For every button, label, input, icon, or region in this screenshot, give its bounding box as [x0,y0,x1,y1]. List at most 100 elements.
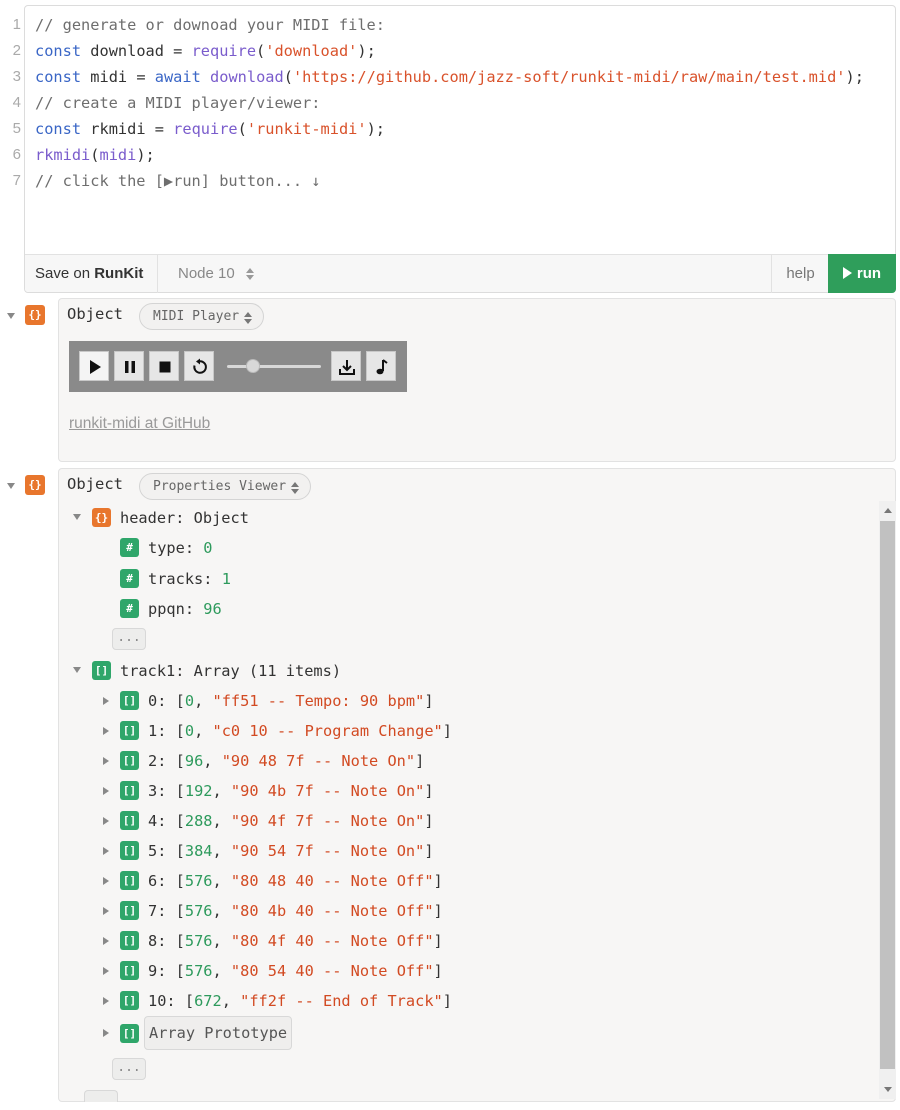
track-event-row[interactable]: 6: [576, "80 48 40 -- Note Off"] [148,870,443,892]
expand-toggle-icon[interactable] [103,757,109,765]
track-event-row[interactable]: 1: [0, "c0 10 -- Program Change"] [148,720,452,742]
help-button[interactable]: help [771,255,829,293]
array-type-icon: [] [120,991,139,1010]
event-index: 6 [148,872,158,890]
github-link[interactable]: runkit-midi at GitHub [69,415,210,433]
punctuation: : [ [157,782,185,800]
expand-toggle-icon[interactable] [73,667,81,673]
number-type-icon: # [120,599,139,618]
array-type-icon: [] [120,721,139,740]
scroll-down-icon[interactable] [884,1087,892,1092]
expand-toggle-icon[interactable] [73,514,81,520]
code-token: require [173,120,238,138]
expand-toggle-icon[interactable] [103,847,109,855]
code-line: // click the [▶run] button... ↓ [35,168,864,194]
expand-toggle-icon[interactable] [103,907,109,915]
object-type-icon: {} [92,508,111,527]
track-event-row[interactable]: 8: [576, "80 4f 40 -- Note Off"] [148,930,443,952]
track-event-row[interactable]: 3: [192, "90 4b 7f -- Note On"] [148,780,434,802]
track-event-row[interactable]: 5: [384, "90 54 7f -- Note On"] [148,840,434,862]
property-tree: {} header: Object # type: 0 # tracks: 1 # ppq… [59,469,897,1102]
code-token: midi [99,146,137,164]
track-event-row[interactable]: 7: [576, "80 4b 40 -- Note Off"] [148,900,443,922]
run-button[interactable]: run [828,254,896,293]
punctuation: : [ [157,962,185,980]
array-type-icon: [] [120,931,139,950]
viewer-label: MIDI Player [153,309,240,324]
event-index: 0 [148,692,158,710]
line-number: 1 [12,16,21,33]
punctuation: : [ [157,752,185,770]
track-event-row[interactable]: 0: [0, "ff51 -- Tempo: 90 bpm"] [148,690,434,712]
expand-toggle-icon[interactable] [103,817,109,825]
save-on-runkit-button[interactable]: Save on RunKit [35,255,143,293]
expand-toggle-icon[interactable] [103,697,109,705]
midi-out-button[interactable] [366,351,396,381]
track-event-row[interactable]: 10: [672, "ff2f -- End of Track"] [148,990,452,1012]
code-token: midi = [81,68,155,86]
stop-button[interactable] [149,351,179,381]
expand-toggle-icon[interactable] [103,877,109,885]
code-line: rkmidi(midi); [35,142,864,168]
properties-viewer-cell: Object Properties Viewer {} header: Obje… [58,468,896,1102]
line-number: 5 [12,120,21,137]
line-number: 4 [12,94,21,111]
punctuation: , [203,752,222,770]
node-version-select[interactable]: Node 10 [178,255,255,293]
expand-toggle-icon[interactable] [103,937,109,945]
punctuation: ] [415,752,425,770]
event-message: "80 54 40 -- Note Off" [230,962,434,980]
array-prototype-node[interactable]: Array Prototype [144,1016,293,1050]
code-token: require [191,42,257,60]
seek-slider-knob[interactable] [246,359,261,373]
event-index: 10 [148,992,167,1010]
event-time: 576 [184,932,213,950]
track-node-label[interactable]: track1: Array (11 items) [120,660,341,682]
collapse-toggle-icon[interactable] [7,483,15,489]
event-time: 96 [184,752,204,770]
punctuation: : [ [157,812,185,830]
seek-slider-track[interactable] [227,365,321,368]
more-button[interactable]: ... [112,628,146,650]
expand-toggle-icon[interactable] [103,1029,109,1037]
play-button[interactable] [79,351,109,381]
punctuation: ] [424,692,434,710]
punctuation: , [212,902,231,920]
more-button[interactable]: ... [112,1058,146,1080]
expand-toggle-icon[interactable] [103,727,109,735]
viewer-select[interactable]: MIDI Player [139,303,265,330]
code-area[interactable]: // generate or downoad your MIDI file: co… [35,12,864,194]
scroll-thumb[interactable] [880,521,895,1069]
code-token: const [35,68,82,86]
track-event-row[interactable]: 2: [96, "90 48 7f -- Note On"] [148,750,424,772]
punctuation: , [212,962,231,980]
event-time: 576 [184,902,213,920]
track-event-row[interactable]: 4: [288, "90 4f 7f -- Note On"] [148,810,434,832]
code-line: const rkmidi = require('runkit-midi'); [35,116,864,142]
code-token: const [35,42,82,60]
rewind-button[interactable] [184,351,214,381]
code-token: // create a MIDI player/viewer: [35,94,321,112]
toolbar-divider [157,255,158,293]
header-node-label[interactable]: header: Object [120,507,249,529]
music-note-icon [376,359,388,375]
event-index: 1 [148,722,158,740]
node-version-label: Node 10 [178,265,235,282]
array-type-icon: [] [120,781,139,800]
download-button[interactable] [331,351,361,381]
expand-toggle-icon[interactable] [103,997,109,1005]
code-editor[interactable]: 1 2 3 4 5 6 7 // generate or downoad your MIDI… [13,5,896,293]
number-type-icon: # [120,538,139,557]
expand-toggle-icon[interactable] [103,787,109,795]
code-line: // create a MIDI player/viewer: [35,90,864,116]
collapse-toggle-icon[interactable] [7,313,15,319]
punctuation: : [ [157,842,185,860]
expand-toggle-icon[interactable] [103,967,109,975]
punctuation: ] [433,872,443,890]
scroll-up-icon[interactable] [884,508,892,513]
vertical-scrollbar[interactable] [879,501,896,1099]
track-event-row[interactable]: 9: [576, "80 54 40 -- Note Off"] [148,960,443,982]
more-button[interactable] [84,1090,118,1102]
event-time: 384 [184,842,213,860]
pause-button[interactable] [114,351,144,381]
